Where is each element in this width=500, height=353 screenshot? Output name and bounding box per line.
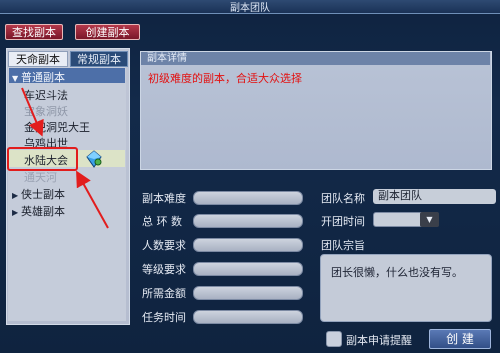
expanded-arrow-icon: ▼ (12, 74, 19, 83)
tree-item[interactable]: 宝象洞妖 (24, 103, 68, 119)
detail-header: 副本详情 (141, 52, 490, 65)
chevron-down-icon[interactable]: ▼ (420, 212, 439, 227)
open-time-label: 开团时间 (321, 215, 365, 228)
gold-field (193, 286, 303, 300)
tree-group-label: 普通副本 (21, 71, 65, 84)
gem-cursor-icon (86, 150, 102, 168)
window-title: 副本团队 (230, 3, 270, 14)
tree-group-hero[interactable]: ▶ 英雄副本 (12, 203, 65, 219)
difficulty-field (193, 191, 303, 205)
tree-group-label: 侠士副本 (21, 188, 65, 201)
apply-reminder-label: 副本申请提醒 (346, 334, 412, 347)
annotation-red-box (7, 147, 78, 171)
create-dungeon-tab-button[interactable]: 创建副本 (75, 24, 140, 40)
apply-reminder-checkbox[interactable] (326, 331, 342, 347)
tree-item[interactable]: 车迟斗法 (24, 87, 68, 103)
level-field (193, 262, 303, 276)
tree-group-label: 英雄副本 (21, 205, 65, 218)
create-button[interactable]: 创 建 (429, 329, 491, 349)
rings-label: 总 环 数 (142, 215, 182, 228)
team-name-input[interactable]: 副本团队 (373, 189, 496, 204)
dungeon-detail-panel (140, 51, 492, 170)
motto-label: 团队宗旨 (321, 239, 365, 252)
detail-description: 初级难度的副本，合适大众选择 (148, 72, 302, 85)
collapsed-arrow-icon: ▶ (12, 208, 19, 217)
tree-group-normal[interactable]: ▼ 普通副本 (12, 69, 65, 85)
time-label: 任务时间 (142, 311, 186, 324)
tree-group-hero-knight[interactable]: ▶ 侠士副本 (12, 186, 65, 202)
people-label: 人数要求 (142, 239, 186, 252)
difficulty-label: 副本难度 (142, 192, 186, 205)
team-motto-text: 团长很懒，什么也没有写。 (331, 266, 463, 279)
gold-label: 所需金额 (142, 287, 186, 300)
people-field (193, 238, 303, 252)
title-bar: 副本团队 (0, 0, 500, 14)
tab-regular-dungeon[interactable]: 常规副本 (70, 51, 128, 67)
collapsed-arrow-icon: ▶ (12, 191, 19, 200)
find-dungeon-button[interactable]: 查找副本 (5, 24, 63, 40)
time-field (193, 310, 303, 324)
tab-destiny-dungeon[interactable]: 天命副本 (8, 51, 68, 67)
team-name-label: 团队名称 (321, 192, 365, 205)
tree-item[interactable]: 金兜洞兕大王 (24, 119, 90, 135)
tree-item[interactable]: 通天河 (24, 169, 57, 185)
level-label: 等级要求 (142, 263, 186, 276)
rings-field (193, 214, 303, 228)
